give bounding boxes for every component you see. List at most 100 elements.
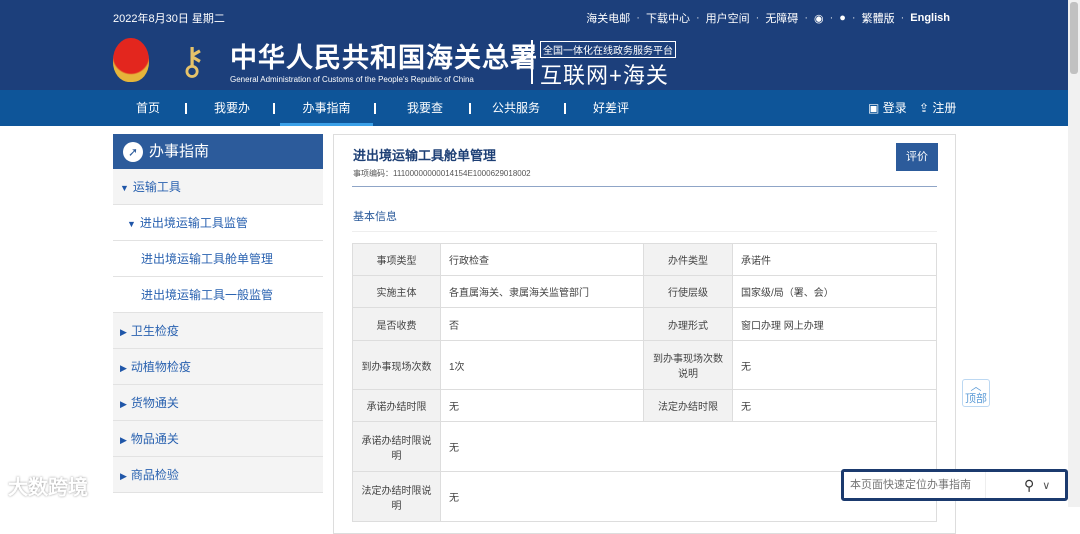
- nav-guide[interactable]: 办事指南: [280, 90, 373, 126]
- field-label: 办件类型: [643, 243, 733, 276]
- compass-icon: ➚: [123, 141, 143, 162]
- sidebar-item-manifest[interactable]: 进出境运输工具舱单管理: [113, 241, 323, 277]
- field-label: 办理形式: [643, 307, 733, 341]
- field-value: 1次: [440, 340, 644, 390]
- quick-locate-input[interactable]: [844, 472, 986, 498]
- sidebar: ➚ 办事指南 ▼ 运输工具 ▼ 进出境运输工具监管 进出境运输工具舱单管理 进出境运输…: [113, 134, 323, 493]
- customs-emblem-icon: ⚷: [178, 41, 206, 83]
- link-accessibility[interactable]: 无障碍: [765, 10, 798, 26]
- field-label: 法定办结时限: [643, 389, 733, 422]
- table-row: 到办事现场次数 1次 到办事现场次数说明无: [352, 340, 937, 390]
- field-label: 行使层级: [643, 275, 733, 308]
- chevron-down-icon[interactable]: ∨: [1042, 479, 1050, 492]
- field-value: 各直属海关、隶属海关监管部门: [440, 275, 644, 308]
- sidebar-item-inspection[interactable]: ▶ 商品检验: [113, 457, 323, 493]
- field-label: 事项类型: [352, 243, 441, 276]
- search-icon[interactable]: ⚲: [1024, 477, 1034, 494]
- sidebar-item-label: 卫生检疫: [130, 324, 179, 338]
- quick-locate-search: ⚲ ∨: [841, 469, 1068, 501]
- section-title: 基本信息: [353, 211, 397, 223]
- link-user-space[interactable]: 用户空间: [706, 10, 750, 26]
- nav-do[interactable]: 我要办: [205, 90, 259, 126]
- field-value: 承诺件: [732, 243, 937, 276]
- upload-icon: ⇪: [919, 101, 930, 115]
- link-english[interactable]: English: [910, 12, 950, 24]
- field-label: 承诺办结时限: [352, 389, 441, 422]
- item-code-value: 11100000000014154E1000629018002: [393, 169, 531, 178]
- divider: [352, 231, 937, 232]
- back-to-top-button[interactable]: ︿ 顶部: [962, 379, 990, 407]
- nav-query[interactable]: 我要查: [398, 90, 452, 126]
- sidebar-item-plant-quarantine[interactable]: ▶ 动植物检疫: [113, 349, 323, 385]
- caret-down-icon: ▼: [120, 183, 129, 193]
- link-traditional[interactable]: 繁體版: [862, 10, 895, 26]
- evaluate-button[interactable]: 评价: [896, 143, 938, 171]
- back-to-top-label: 顶部: [965, 393, 987, 405]
- nav-divider: [469, 103, 471, 114]
- table-row: 承诺办结时限无法定办结时限无: [352, 389, 937, 422]
- nav-divider: [564, 103, 566, 114]
- link-download[interactable]: 下载中心: [646, 10, 690, 26]
- nav-public-service[interactable]: 公共服务: [488, 90, 544, 126]
- sidebar-item-label: 商品检验: [130, 468, 179, 482]
- sidebar-item-transport[interactable]: ▼ 运输工具: [113, 169, 323, 205]
- site-logo[interactable]: 中华人民共和国海关总署 General Administration of Cu…: [230, 36, 538, 84]
- link-email[interactable]: 海关电邮: [586, 10, 630, 26]
- main-nav: 首页 我要办 办事指南 我要查 公共服务 好差评 ▣ 登录 ⇪ 注册: [0, 90, 1068, 126]
- nav-divider: [273, 103, 275, 114]
- scrollbar-thumb[interactable]: [1070, 2, 1078, 74]
- user-icon: ▣: [868, 101, 880, 115]
- caret-right-icon: ▶: [120, 435, 127, 445]
- sidebar-item-cargo[interactable]: ▶ 货物通关: [113, 385, 323, 421]
- sidebar-item-general-supervision[interactable]: 进出境运输工具一般监管: [113, 277, 323, 313]
- field-value: 国家级/局（署、会）: [732, 275, 937, 308]
- current-date: 2022年8月30日 星期二: [113, 13, 225, 25]
- sidebar-item-label: 货物通关: [130, 396, 179, 410]
- top-links: 海关电邮 · 下载中心 · 用户空间 · 无障碍 · ◉ · ● · 繁體版 · Englis…: [586, 10, 950, 26]
- sidebar-item-label: 进出境运输工具监管: [139, 216, 248, 230]
- national-emblem-icon: [113, 38, 149, 82]
- item-code: 事项编码：11100000000014154E1000629018002: [353, 168, 531, 179]
- item-code-label: 事项编码：: [353, 169, 393, 178]
- field-label: 实施主体: [352, 275, 441, 308]
- login-button[interactable]: ▣ 登录: [868, 90, 907, 126]
- caret-right-icon: ▶: [120, 327, 127, 337]
- field-label: 是否收费: [352, 307, 441, 341]
- chevron-up-icon: ︿: [970, 381, 982, 393]
- caret-right-icon: ▶: [120, 399, 127, 409]
- platform-label: 全国一体化在线政务服务平台: [540, 41, 676, 58]
- field-value: 行政检查: [440, 243, 644, 276]
- field-label: 到办事现场次数: [352, 340, 441, 390]
- wechat-icon[interactable]: ●: [839, 12, 846, 24]
- field-value: 无: [440, 421, 937, 472]
- nav-home[interactable]: 首页: [122, 90, 174, 126]
- field-value: 无: [440, 389, 644, 422]
- caret-right-icon: ▶: [120, 471, 127, 481]
- table-row: 是否收费否办理形式 窗口办理 网上办理: [352, 307, 937, 341]
- divider: [352, 186, 937, 187]
- register-button[interactable]: ⇪ 注册: [919, 90, 956, 126]
- table-row: 事项类型 行政检查 办件类型 承诺件: [352, 243, 937, 276]
- field-label: 承诺办结时限说明: [352, 421, 441, 472]
- login-label: 登录: [882, 101, 907, 115]
- org-name-en: General Administration of Customs of the…: [230, 75, 474, 84]
- platform-name: 互联网+海关: [540, 63, 669, 88]
- site-header: 2022年8月30日 星期二 海关电邮 · 下载中心 · 用户空间 · 无障碍 · ◉ ·…: [0, 0, 1068, 90]
- watermark: 大数跨境: [8, 477, 88, 499]
- field-value: 无: [732, 389, 937, 422]
- sidebar-item-label: 运输工具: [132, 180, 181, 194]
- sidebar-item-health-quarantine[interactable]: ▶ 卫生检疫: [113, 313, 323, 349]
- nav-divider: [185, 103, 187, 114]
- sidebar-header: ➚ 办事指南: [113, 134, 323, 169]
- table-row: 承诺办结时限说明无: [352, 421, 937, 472]
- register-label: 注册: [932, 101, 957, 115]
- field-label: 法定办结时限说明: [352, 471, 441, 522]
- nav-rating[interactable]: 好差评: [586, 90, 636, 126]
- weibo-icon[interactable]: ◉: [814, 12, 824, 25]
- sidebar-item-transport-supervision[interactable]: ▼ 进出境运输工具监管: [113, 205, 323, 241]
- field-value: 无: [732, 340, 937, 390]
- caret-down-icon: ▼: [127, 219, 136, 229]
- table-row: 实施主体 各直属海关、隶属海关监管部门 行使层级 国家级/局（署、会）: [352, 275, 937, 308]
- sidebar-item-goods[interactable]: ▶ 物品通关: [113, 421, 323, 457]
- page-scrollbar[interactable]: [1068, 0, 1080, 507]
